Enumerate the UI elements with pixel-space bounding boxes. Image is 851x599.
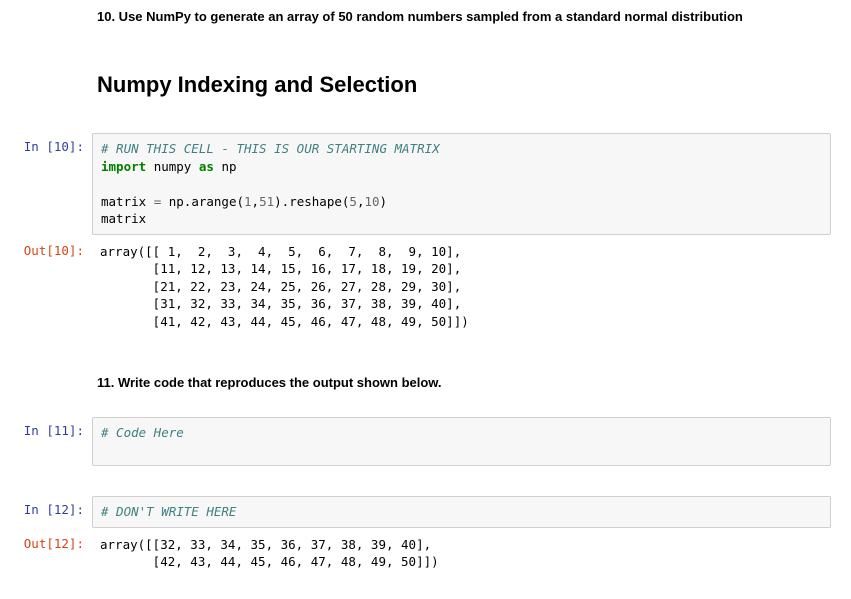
code-num: 1 (244, 194, 252, 209)
code-comment: # DON'T WRITE HERE (101, 504, 236, 519)
code-keyword-import: import (101, 159, 146, 174)
section-heading: Numpy Indexing and Selection (97, 72, 831, 98)
code-text: matrix (101, 194, 154, 209)
output-text-12: array([[32, 33, 34, 35, 36, 37, 38, 39, … (92, 530, 831, 577)
code-cell-11[interactable]: In [11]: # Code Here (0, 417, 831, 466)
code-keyword-as: as (199, 159, 214, 174)
code-text: np.arange( (161, 194, 244, 209)
markdown-cell-q11: 11. Write code that reproduces the outpu… (97, 366, 831, 399)
code-input-12[interactable]: # DON'T WRITE HERE (92, 496, 831, 528)
output-prompt-10: Out[10]: (0, 237, 92, 337)
code-text: , (252, 194, 260, 209)
output-prompt-12: Out[12]: (0, 530, 92, 577)
notebook-container: 10. Use NumPy to generate an array of 50… (0, 0, 831, 577)
code-input-10[interactable]: # RUN THIS CELL - THIS IS OUR STARTING M… (92, 133, 831, 235)
code-text: ).reshape( (274, 194, 349, 209)
code-comment: # RUN THIS CELL - THIS IS OUR STARTING M… (101, 141, 440, 156)
code-cell-12[interactable]: In [12]: # DON'T WRITE HERE (0, 496, 831, 528)
code-module: numpy (154, 159, 192, 174)
input-prompt-12: In [12]: (0, 496, 92, 528)
code-num: 51 (259, 194, 274, 209)
markdown-cell-q10: 10. Use NumPy to generate an array of 50… (97, 0, 831, 33)
code-num: 5 (349, 194, 357, 209)
code-text: ) (380, 194, 388, 209)
code-input-11[interactable]: # Code Here (92, 417, 831, 466)
code-num: 10 (364, 194, 379, 209)
question-11-text: 11. Write code that reproduces the outpu… (97, 375, 831, 390)
input-prompt-10: In [10]: (0, 133, 92, 235)
code-comment: # Code Here (101, 425, 184, 440)
input-prompt-11: In [11]: (0, 417, 92, 466)
code-text: matrix (101, 211, 146, 226)
output-cell-12: Out[12]: array([[32, 33, 34, 35, 36, 37,… (0, 530, 831, 577)
code-alias: np (221, 159, 236, 174)
code-cell-10[interactable]: In [10]: # RUN THIS CELL - THIS IS OUR S… (0, 133, 831, 235)
markdown-cell-heading: Numpy Indexing and Selection (97, 51, 831, 115)
output-text-10: array([[ 1, 2, 3, 4, 5, 6, 7, 8, 9, 10],… (92, 237, 831, 337)
output-cell-10: Out[10]: array([[ 1, 2, 3, 4, 5, 6, 7, 8… (0, 237, 831, 337)
question-10-text: 10. Use NumPy to generate an array of 50… (97, 9, 831, 24)
